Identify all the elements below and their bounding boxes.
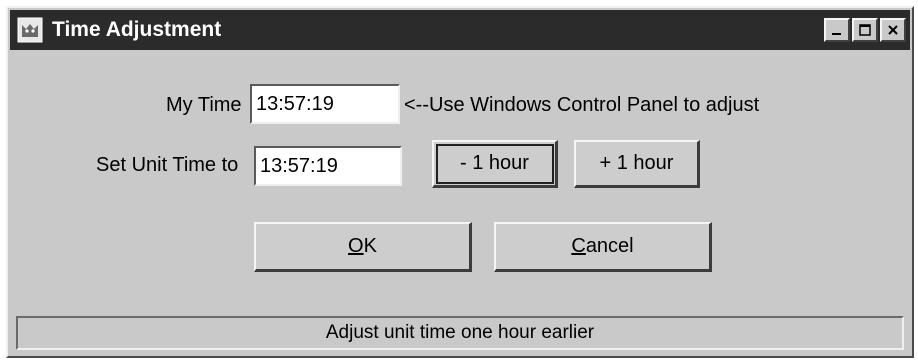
close-icon xyxy=(888,25,898,35)
ok-button[interactable]: OK xyxy=(254,222,472,272)
plus-one-hour-label: + 1 hour xyxy=(599,152,674,174)
maximize-button[interactable] xyxy=(852,18,878,42)
time-adjustment-window: Time Adjustment My Time <--Use Wind xyxy=(6,6,914,358)
minimize-button[interactable] xyxy=(824,18,850,42)
plus-one-hour-button[interactable]: + 1 hour xyxy=(574,140,700,188)
kitty-cat-icon xyxy=(16,16,44,44)
window-controls xyxy=(824,18,906,42)
cancel-button[interactable]: Cancel xyxy=(494,222,712,272)
ok-button-label: OK xyxy=(348,235,377,257)
status-bar: Adjust unit time one hour earlier xyxy=(16,316,904,350)
close-button[interactable] xyxy=(880,18,906,42)
window-title: Time Adjustment xyxy=(52,18,222,41)
my-time-label: My Time xyxy=(166,94,242,116)
title-bar[interactable]: Time Adjustment xyxy=(10,10,910,50)
cancel-button-label: Cancel xyxy=(571,235,634,257)
minimize-icon xyxy=(832,33,841,35)
minus-one-hour-label: - 1 hour xyxy=(460,152,529,174)
minus-one-hour-button[interactable]: - 1 hour xyxy=(432,140,558,188)
my-time-hint: <--Use Windows Control Panel to adjust xyxy=(404,94,760,116)
my-time-field[interactable] xyxy=(250,84,400,124)
status-text: Adjust unit time one hour earlier xyxy=(325,322,595,343)
maximize-icon xyxy=(859,24,871,36)
unit-time-label: Set Unit Time to xyxy=(96,154,239,176)
unit-time-field[interactable] xyxy=(254,146,402,186)
